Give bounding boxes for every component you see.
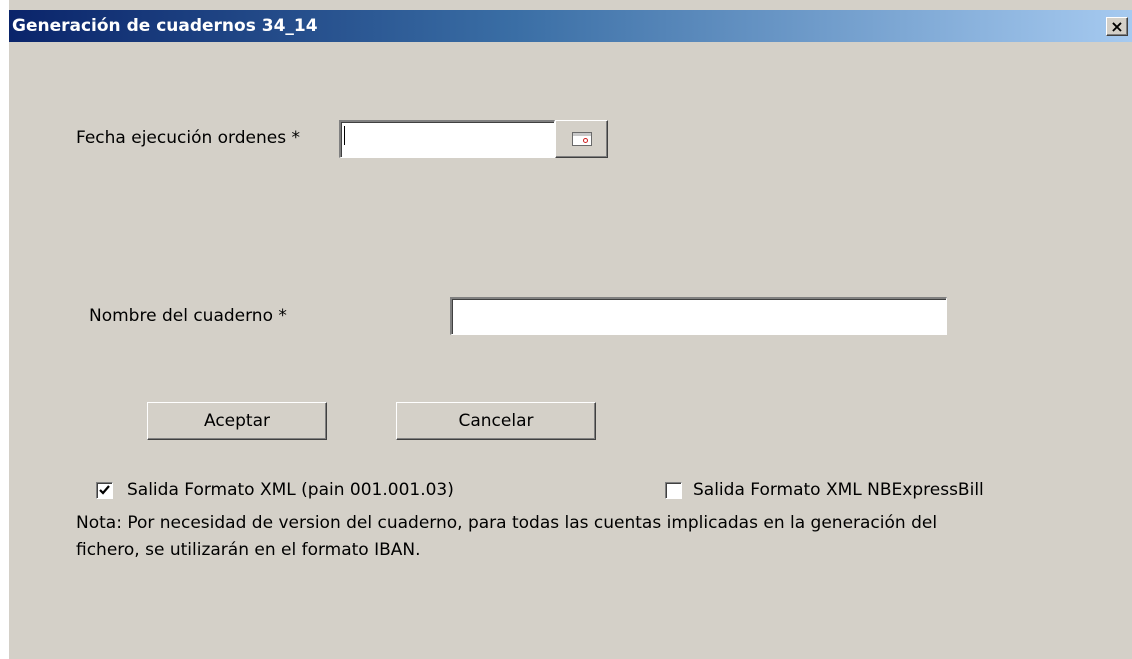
- close-icon: ×: [1110, 17, 1124, 36]
- xml-pain-checkbox[interactable]: [96, 482, 113, 499]
- dialog-window: Generación de cuadernos 34_14 × Fecha ej…: [9, 0, 1132, 659]
- fecha-input[interactable]: [339, 120, 555, 158]
- note-line-1: Nota: Por necesidad de version del cuade…: [76, 513, 938, 533]
- text-caret: [344, 126, 345, 145]
- accept-button[interactable]: Aceptar: [147, 402, 327, 440]
- note-line-2: fichero, se utilizarán en el formato IBA…: [76, 540, 421, 560]
- title-bar[interactable]: Generación de cuadernos 34_14 ×: [9, 10, 1132, 42]
- xml-nbexpress-checkbox[interactable]: [665, 482, 682, 499]
- window-title: Generación de cuadernos 34_14: [12, 16, 318, 36]
- close-button[interactable]: ×: [1106, 17, 1128, 36]
- nombre-input[interactable]: [450, 297, 947, 335]
- checkmark-icon: [99, 485, 110, 495]
- calendar-icon: [572, 132, 592, 146]
- fecha-label: Fecha ejecución ordenes *: [76, 128, 300, 148]
- cancel-button[interactable]: Cancelar: [396, 402, 596, 440]
- nombre-label: Nombre del cuaderno *: [89, 306, 287, 326]
- xml-pain-label[interactable]: Salida Formato XML (pain 001.001.03): [127, 480, 454, 500]
- calendar-button[interactable]: [555, 120, 608, 158]
- xml-nbexpress-label[interactable]: Salida Formato XML NBExpressBill: [693, 480, 984, 500]
